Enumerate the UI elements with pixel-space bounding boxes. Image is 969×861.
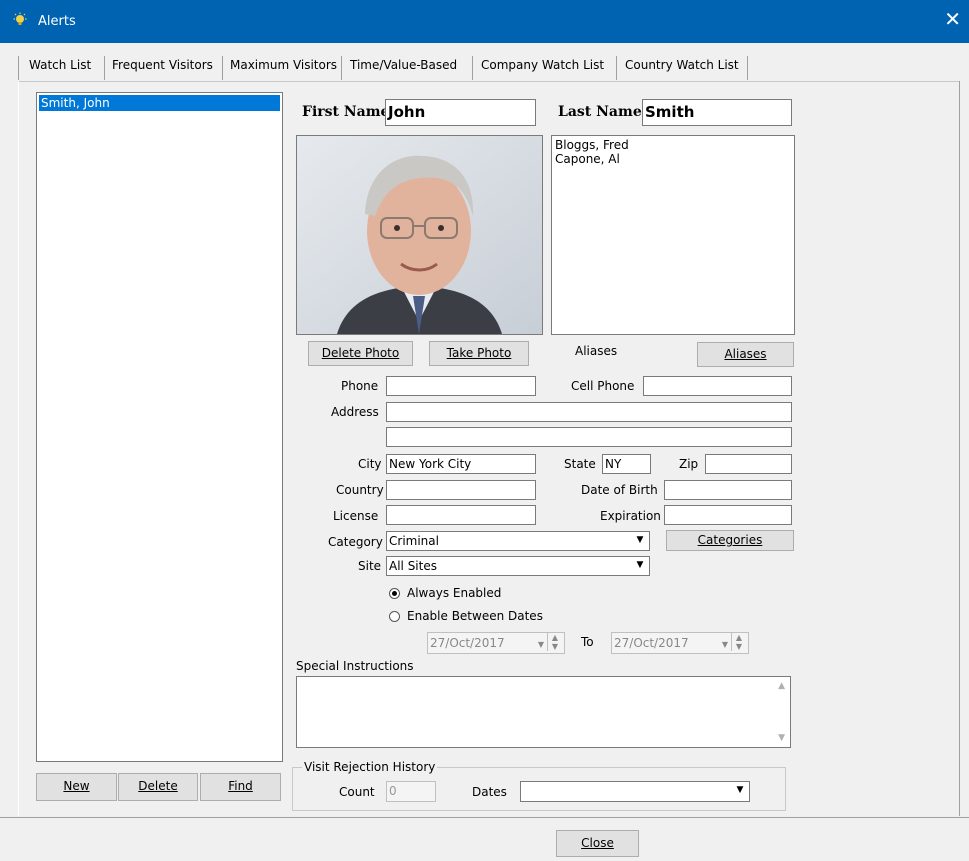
footer-divider	[0, 817, 969, 818]
tab-company-watch-list[interactable]: Company Watch List	[481, 58, 604, 78]
count-label: Count	[339, 785, 375, 799]
chevron-down-icon[interactable]: ▼	[732, 783, 748, 798]
state-label: State	[564, 457, 596, 471]
window-title: Alerts	[38, 14, 76, 29]
phone-label: Phone	[341, 379, 379, 393]
tab-divider	[616, 56, 617, 80]
city-label: City	[358, 457, 382, 471]
always-enabled-radio[interactable]	[389, 588, 400, 599]
cell-phone-label: Cell Phone	[571, 379, 635, 393]
enable-between-dates-label: Enable Between Dates	[407, 609, 543, 623]
tab-maximum-visitors[interactable]: Maximum Visitors	[230, 58, 337, 78]
new-button[interactable]: New	[36, 773, 117, 801]
site-label: Site	[358, 559, 382, 573]
from-date-picker[interactable]: 27/Oct/2017 ▼ ▲ ▼	[427, 632, 565, 654]
tab-divider	[18, 56, 19, 80]
zip-field[interactable]	[705, 454, 792, 474]
scroll-up-icon[interactable]: ▲	[778, 681, 785, 691]
watch-list-box[interactable]: Smith, John	[36, 92, 283, 762]
find-button[interactable]: Find	[200, 773, 281, 801]
phone-field[interactable]	[386, 376, 536, 396]
categories-button[interactable]: Categories	[666, 530, 794, 551]
first-name-label: First Name	[302, 104, 390, 120]
expiration-label: Expiration	[600, 509, 661, 523]
tab-country-watch-list[interactable]: Country Watch List	[625, 58, 739, 78]
delete-button-label: Delete	[138, 779, 178, 793]
tab-divider	[222, 56, 223, 80]
aliases-button-label: Aliases	[724, 347, 767, 361]
list-item[interactable]: Bloggs, Fred	[555, 138, 791, 152]
date-of-birth-field[interactable]	[664, 480, 792, 500]
category-label: Category	[328, 535, 383, 549]
aliases-label: Aliases	[575, 344, 618, 358]
person-portrait	[297, 136, 542, 334]
site-value: All Sites	[389, 559, 437, 573]
tab-time-value-based[interactable]: Time/Value-Based	[350, 58, 457, 78]
to-date-picker[interactable]: 27/Oct/2017 ▼ ▲ ▼	[611, 632, 749, 654]
city-field[interactable]: New York City	[386, 454, 536, 474]
from-date-value: 27/Oct/2017	[430, 636, 505, 650]
rejection-dates-select[interactable]: ▼	[520, 781, 750, 802]
visit-rejection-title: Visit Rejection History	[302, 760, 438, 774]
new-button-label: New	[63, 779, 90, 793]
country-field[interactable]	[386, 480, 536, 500]
last-name-field[interactable]: Smith	[642, 99, 792, 126]
special-instructions-label: Special Instructions	[296, 659, 414, 673]
take-photo-button-label: Take Photo	[446, 346, 512, 360]
expiration-field[interactable]	[664, 505, 792, 525]
zip-label: Zip	[679, 457, 699, 471]
aliases-button[interactable]: Aliases	[697, 342, 794, 367]
site-select[interactable]: All Sites ▼	[386, 556, 650, 576]
person-photo	[296, 135, 543, 335]
enable-between-dates-radio[interactable]	[389, 611, 400, 622]
tab-divider	[341, 56, 342, 80]
chevron-down-icon[interactable]: ▼	[538, 635, 544, 653]
dates-label: Dates	[472, 785, 507, 799]
radio-selected-dot	[392, 591, 397, 596]
chevron-down-icon[interactable]: ▼	[632, 558, 648, 573]
address-line1-field[interactable]	[386, 402, 792, 422]
to-label: To	[581, 635, 594, 649]
take-photo-button[interactable]: Take Photo	[429, 341, 529, 366]
license-field[interactable]	[386, 505, 536, 525]
license-label: License	[333, 509, 379, 523]
bulb-icon	[13, 12, 27, 25]
delete-photo-button-label: Delete Photo	[321, 346, 400, 360]
count-field: 0	[386, 781, 436, 802]
tab-divider	[104, 56, 105, 80]
cell-phone-field[interactable]	[643, 376, 792, 396]
find-button-label: Find	[228, 779, 253, 793]
category-value: Criminal	[389, 534, 439, 548]
close-button-label: Close	[581, 836, 614, 850]
close-window-icon[interactable]: ✕	[944, 9, 961, 29]
categories-button-label: Categories	[697, 533, 763, 547]
delete-photo-button[interactable]: Delete Photo	[308, 341, 413, 366]
tab-divider	[472, 56, 473, 80]
always-enabled-label: Always Enabled	[407, 586, 502, 600]
list-item[interactable]: Capone, Al	[555, 152, 791, 166]
chevron-down-icon[interactable]: ▼	[632, 533, 648, 548]
spinner-icon[interactable]: ▲ ▼	[731, 633, 746, 651]
aliases-list[interactable]: Bloggs, Fred Capone, Al	[551, 135, 795, 335]
first-name-field[interactable]: John	[385, 99, 536, 126]
tab-watch-list[interactable]: Watch List	[29, 58, 91, 78]
last-name-label: Last Name	[558, 104, 642, 120]
date-of-birth-label: Date of Birth	[581, 483, 658, 497]
to-date-value: 27/Oct/2017	[614, 636, 689, 650]
close-button[interactable]: Close	[556, 830, 639, 857]
special-instructions-field[interactable]: ▲ ▼	[296, 676, 791, 748]
tab-divider	[747, 56, 748, 80]
list-item[interactable]: Smith, John	[39, 95, 280, 111]
address-label: Address	[331, 405, 379, 419]
address-line2-field[interactable]	[386, 427, 792, 447]
scroll-down-icon[interactable]: ▼	[778, 733, 785, 743]
tab-frequent-visitors[interactable]: Frequent Visitors	[112, 58, 213, 78]
spinner-icon[interactable]: ▲ ▼	[547, 633, 562, 651]
state-field[interactable]: NY	[602, 454, 651, 474]
chevron-down-icon[interactable]: ▼	[722, 635, 728, 653]
title-bar: Alerts ✕	[0, 0, 969, 43]
country-label: Country	[336, 483, 384, 497]
delete-button[interactable]: Delete	[118, 773, 198, 801]
category-select[interactable]: Criminal ▼	[386, 531, 650, 551]
